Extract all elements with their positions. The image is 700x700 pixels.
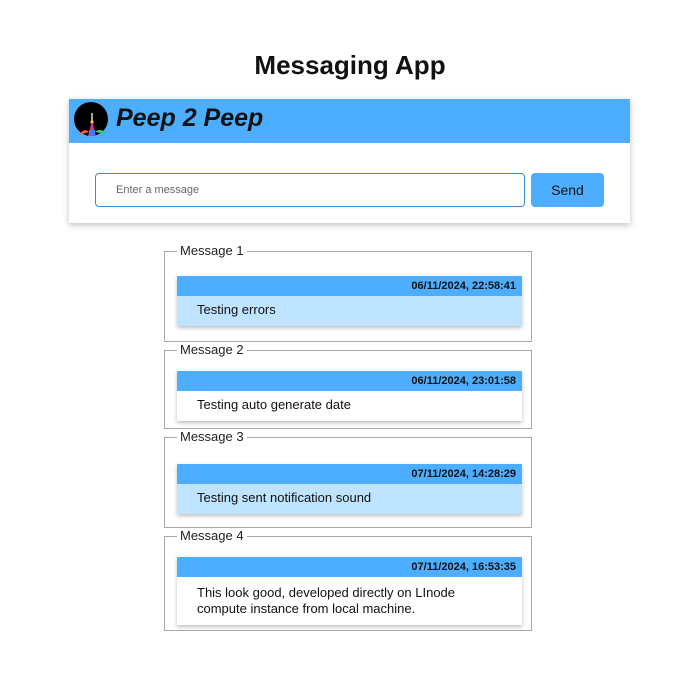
message-bubble: 07/11/2024, 14:28:29 Testing sent notifi… (177, 464, 522, 514)
message-bubble: 07/11/2024, 16:53:35 This look good, dev… (177, 557, 522, 625)
message-text: This look good, developed directly on LI… (177, 577, 522, 625)
message-input[interactable] (95, 173, 525, 207)
header-banner: Peep 2 Peep (69, 99, 630, 143)
message-timestamp: 06/11/2024, 23:01:58 (177, 371, 522, 391)
logo-icon (74, 102, 108, 136)
app-card: Peep 2 Peep Send (69, 99, 630, 223)
page-title: Messaging App (254, 50, 446, 80)
message-group: Message 2 06/11/2024, 23:01:58 Testing a… (164, 342, 532, 429)
message-legend: Message 2 (177, 342, 247, 358)
message-group: Message 1 06/11/2024, 22:58:41 Testing e… (164, 243, 532, 342)
message-text: Testing sent notification sound (177, 484, 522, 514)
message-group: Message 3 07/11/2024, 14:28:29 Testing s… (164, 429, 532, 528)
message-legend: Message 1 (177, 243, 247, 259)
send-button[interactable]: Send (531, 173, 604, 207)
message-bubble: 06/11/2024, 22:58:41 Testing errors (177, 276, 522, 326)
message-text: Testing auto generate date (177, 391, 522, 421)
brand-name: Peep 2 Peep (116, 104, 264, 132)
message-legend: Message 3 (177, 429, 247, 445)
message-timestamp: 07/11/2024, 16:53:35 (177, 557, 522, 577)
message-bubble: 06/11/2024, 23:01:58 Testing auto genera… (177, 371, 522, 421)
message-legend: Message 4 (177, 528, 247, 544)
message-group: Message 4 07/11/2024, 16:53:35 This look… (164, 528, 532, 631)
message-timestamp: 06/11/2024, 22:58:41 (177, 276, 522, 296)
message-timestamp: 07/11/2024, 14:28:29 (177, 464, 522, 484)
message-text: Testing errors (177, 296, 522, 326)
